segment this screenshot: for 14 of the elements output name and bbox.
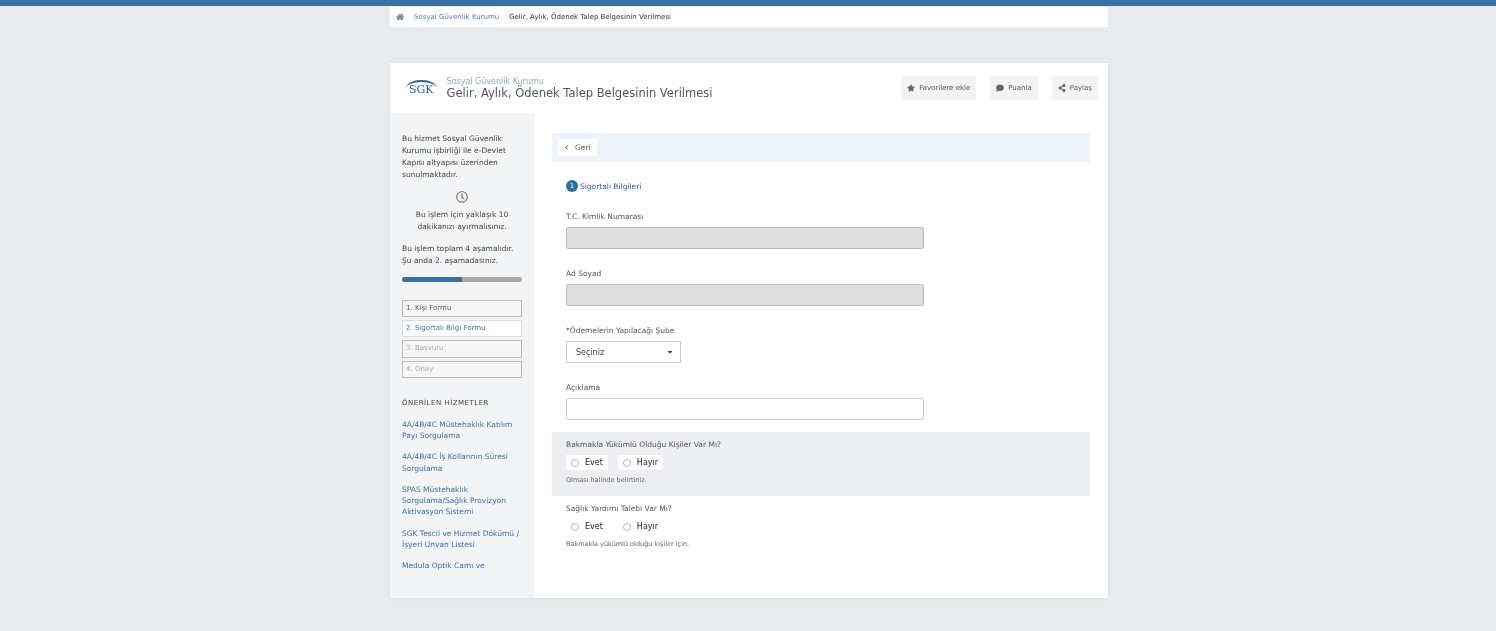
chevron-left-icon (564, 145, 569, 150)
page-title: Gelir, Aylık, Ödenek Talep Belgesinin Verilmesi (446, 85, 714, 100)
share-icon (1057, 84, 1066, 92)
clock-icon (456, 191, 468, 203)
input-field[interactable] (566, 398, 924, 420)
radio-option[interactable]: Hayır (617, 455, 664, 470)
select-field[interactable]: Seçiniz (566, 341, 681, 363)
speech-bubble-icon (996, 84, 1005, 92)
logo: SGK (406, 79, 437, 97)
home-icon[interactable] (396, 13, 404, 21)
radio-option[interactable]: Evet (566, 455, 608, 470)
star-icon (907, 84, 916, 92)
institution-name: Sosyal Güvenlik Kurumu (446, 76, 544, 86)
caret-icon (666, 348, 674, 356)
